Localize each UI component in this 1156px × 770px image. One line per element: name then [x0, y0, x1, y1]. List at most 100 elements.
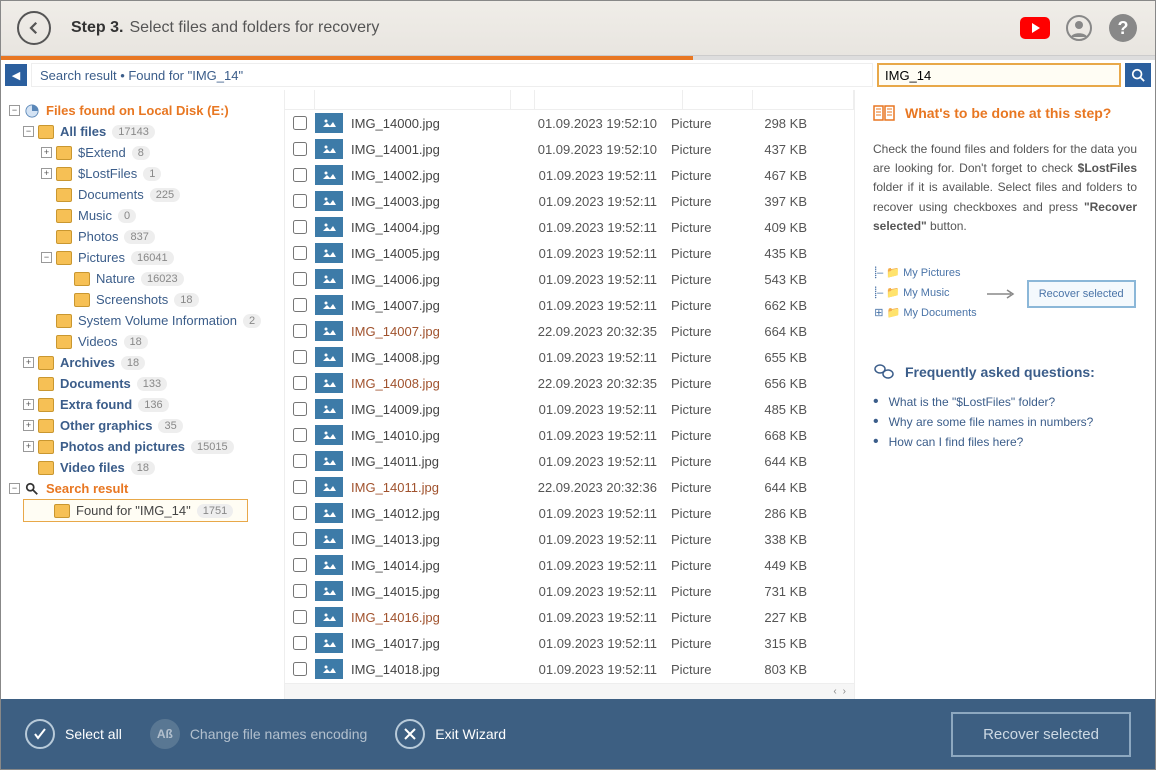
tree-extra[interactable]: +Extra found136: [7, 394, 278, 415]
picture-icon: [315, 529, 343, 549]
youtube-icon[interactable]: [1019, 12, 1051, 44]
tree-photospics[interactable]: +Photos and pictures15015: [7, 436, 278, 457]
file-type: Picture: [671, 636, 741, 651]
faq-item[interactable]: Why are some file names in numbers?: [873, 415, 1137, 429]
file-row[interactable]: IMG_14015.jpg 01.09.2023 19:52:11 Pictur…: [285, 578, 854, 604]
file-row[interactable]: IMG_14016.jpg 01.09.2023 19:52:11 Pictur…: [285, 604, 854, 630]
search-button[interactable]: [1125, 63, 1151, 87]
back-button[interactable]: [17, 11, 51, 45]
tree-documents2[interactable]: Documents133: [7, 373, 278, 394]
file-row[interactable]: IMG_14018.jpg 01.09.2023 19:52:11 Pictur…: [285, 656, 854, 682]
file-date: 01.09.2023 19:52:11: [521, 610, 671, 625]
file-checkbox[interactable]: [285, 428, 315, 442]
select-all-button[interactable]: Select all: [25, 719, 122, 749]
file-checkbox[interactable]: [285, 272, 315, 286]
tree-documents[interactable]: Documents225: [7, 184, 278, 205]
tree-extend[interactable]: +$Extend8: [7, 142, 278, 163]
breadcrumb-back-button[interactable]: ◀: [5, 64, 27, 86]
picture-icon: [315, 347, 343, 367]
tree-found-for[interactable]: Found for "IMG_14"1751: [23, 499, 248, 522]
tree-music[interactable]: Music0: [7, 205, 278, 226]
book-icon: [873, 104, 895, 122]
tree-screenshots[interactable]: Screenshots18: [7, 289, 278, 310]
file-checkbox[interactable]: [285, 168, 315, 182]
tree-photos[interactable]: Photos837: [7, 226, 278, 247]
tree-videofiles[interactable]: Video files18: [7, 457, 278, 478]
file-checkbox[interactable]: [285, 506, 315, 520]
file-size: 449 KB: [741, 558, 817, 573]
file-checkbox[interactable]: [285, 636, 315, 650]
file-checkbox[interactable]: [285, 610, 315, 624]
help-icon[interactable]: ?: [1107, 12, 1139, 44]
picture-icon: [315, 555, 343, 575]
file-checkbox[interactable]: [285, 324, 315, 338]
file-row[interactable]: IMG_14000.jpg 01.09.2023 19:52:10 Pictur…: [285, 110, 854, 136]
tree-all-files[interactable]: −All files17143: [7, 121, 278, 142]
file-row[interactable]: IMG_14002.jpg 01.09.2023 19:52:11 Pictur…: [285, 162, 854, 188]
file-checkbox[interactable]: [285, 142, 315, 156]
change-encoding-button[interactable]: Aß Change file names encoding: [150, 719, 367, 749]
file-row[interactable]: IMG_14001.jpg 01.09.2023 19:52:10 Pictur…: [285, 136, 854, 162]
file-checkbox[interactable]: [285, 532, 315, 546]
file-row[interactable]: IMG_14007.jpg 01.09.2023 19:52:11 Pictur…: [285, 292, 854, 318]
file-list[interactable]: IMG_14000.jpg 01.09.2023 19:52:10 Pictur…: [285, 110, 854, 683]
file-checkbox[interactable]: [285, 584, 315, 598]
file-size: 664 KB: [741, 324, 817, 339]
exit-wizard-button[interactable]: Exit Wizard: [395, 719, 506, 749]
file-checkbox[interactable]: [285, 116, 315, 130]
file-checkbox[interactable]: [285, 402, 315, 416]
file-row[interactable]: IMG_14009.jpg 01.09.2023 19:52:11 Pictur…: [285, 396, 854, 422]
recover-selected-button[interactable]: Recover selected: [951, 712, 1131, 757]
horizontal-scroll[interactable]: ‹›: [285, 683, 854, 699]
file-name: IMG_14008.jpg: [351, 376, 521, 391]
file-size: 298 KB: [741, 116, 817, 131]
tree-lostfiles[interactable]: +$LostFiles1: [7, 163, 278, 184]
file-row[interactable]: IMG_14005.jpg 01.09.2023 19:52:11 Pictur…: [285, 240, 854, 266]
file-row[interactable]: IMG_14010.jpg 01.09.2023 19:52:11 Pictur…: [285, 422, 854, 448]
file-checkbox[interactable]: [285, 350, 315, 364]
file-checkbox[interactable]: [285, 220, 315, 234]
file-checkbox[interactable]: [285, 298, 315, 312]
file-date: 01.09.2023 19:52:11: [521, 662, 671, 677]
file-date: 01.09.2023 19:52:11: [521, 558, 671, 573]
file-row[interactable]: IMG_14008.jpg 22.09.2023 20:32:35 Pictur…: [285, 370, 854, 396]
file-checkbox[interactable]: [285, 480, 315, 494]
file-checkbox[interactable]: [285, 376, 315, 390]
tree-pictures[interactable]: −Pictures16041: [7, 247, 278, 268]
file-checkbox[interactable]: [285, 558, 315, 572]
tree-nature[interactable]: Nature16023: [7, 268, 278, 289]
file-row[interactable]: IMG_14017.jpg 01.09.2023 19:52:11 Pictur…: [285, 630, 854, 656]
file-row[interactable]: IMG_14013.jpg 01.09.2023 19:52:11 Pictur…: [285, 526, 854, 552]
tree-root[interactable]: −Files found on Local Disk (E:): [7, 100, 278, 121]
picture-icon: [315, 191, 343, 211]
file-row[interactable]: IMG_14008.jpg 01.09.2023 19:52:11 Pictur…: [285, 344, 854, 370]
file-row[interactable]: IMG_14006.jpg 01.09.2023 19:52:11 Pictur…: [285, 266, 854, 292]
file-row[interactable]: IMG_14011.jpg 22.09.2023 20:32:36 Pictur…: [285, 474, 854, 500]
file-size: 655 KB: [741, 350, 817, 365]
file-row[interactable]: IMG_14003.jpg 01.09.2023 19:52:11 Pictur…: [285, 188, 854, 214]
picture-icon: [315, 269, 343, 289]
breadcrumb-text[interactable]: Search result • Found for "IMG_14": [31, 63, 873, 87]
file-row[interactable]: IMG_14014.jpg 01.09.2023 19:52:11 Pictur…: [285, 552, 854, 578]
file-checkbox[interactable]: [285, 194, 315, 208]
file-checkbox[interactable]: [285, 454, 315, 468]
file-checkbox[interactable]: [285, 246, 315, 260]
file-row[interactable]: IMG_14011.jpg 01.09.2023 19:52:11 Pictur…: [285, 448, 854, 474]
file-size: 656 KB: [741, 376, 817, 391]
faq-item[interactable]: How can I find files here?: [873, 435, 1137, 449]
file-row[interactable]: IMG_14012.jpg 01.09.2023 19:52:11 Pictur…: [285, 500, 854, 526]
file-row[interactable]: IMG_14007.jpg 22.09.2023 20:32:35 Pictur…: [285, 318, 854, 344]
tree-other[interactable]: +Other graphics35: [7, 415, 278, 436]
file-checkbox[interactable]: [285, 662, 315, 676]
file-size: 668 KB: [741, 428, 817, 443]
tree-sysvol[interactable]: System Volume Information2: [7, 310, 278, 331]
user-icon[interactable]: [1063, 12, 1095, 44]
faq-item[interactable]: What is the "$LostFiles" folder?: [873, 395, 1137, 409]
tree-search-result[interactable]: −Search result: [7, 478, 278, 499]
tree-videos[interactable]: Videos18: [7, 331, 278, 352]
tree-archives[interactable]: +Archives18: [7, 352, 278, 373]
step-description: Select files and folders for recovery: [129, 19, 379, 37]
picture-icon: [315, 243, 343, 263]
file-row[interactable]: IMG_14004.jpg 01.09.2023 19:52:11 Pictur…: [285, 214, 854, 240]
search-input[interactable]: [877, 63, 1121, 87]
